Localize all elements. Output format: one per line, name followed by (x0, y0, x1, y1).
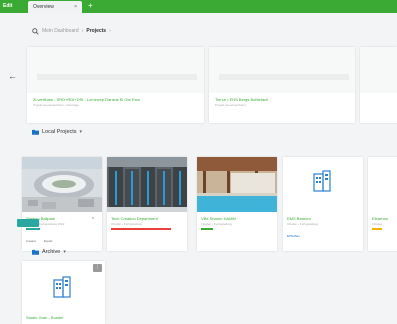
project-thumbnail (107, 157, 187, 212)
project-badge: EMS-Bau (287, 234, 300, 238)
project-thumbnail (22, 157, 102, 212)
project-count: 3 (92, 216, 94, 220)
progress-bar (372, 228, 382, 230)
share-action[interactable]: Import (44, 239, 53, 243)
featured-project-card[interactable]: Tierce • EHS Bergs Bottlefacil Projekt G… (209, 47, 355, 123)
tab-overview[interactable]: Overview × (28, 1, 82, 13)
project-title: Villa Sharon HAMM (201, 216, 236, 221)
featured-project-subtitle: Projekt Geuerwertheim (215, 103, 246, 107)
search-icon[interactable] (32, 27, 39, 35)
project-subtitle: Inhaber • Fertigstellung (287, 222, 318, 226)
featured-banner-pattern (209, 47, 355, 93)
title-bar: Edit Overview × + (0, 0, 397, 13)
featured-project-card[interactable] (360, 47, 397, 123)
chevron-down-icon[interactable]: ▾ (80, 129, 83, 135)
local-projects-header[interactable]: Local Projects ▾ (32, 129, 82, 135)
project-subtitle: Inhaber • Fertigstellung (201, 222, 232, 226)
chevron-down-icon[interactable]: ▾ (63, 249, 66, 255)
progress-bar (201, 228, 213, 230)
folder-icon (32, 129, 39, 135)
app-name: Edit (3, 3, 13, 9)
building-icon (53, 276, 71, 298)
featured-project-title: Tierce • EHS Bergs Bottlefacil (215, 97, 268, 102)
project-thumbnail (197, 157, 277, 212)
archive-header[interactable]: Archive ▾ (32, 249, 66, 255)
breadcrumb-root[interactable]: Mein Dashboard (42, 28, 79, 34)
project-card[interactable]: EMS Bearom Inhaber • Fertigstellung EMS-… (283, 157, 363, 251)
more-options-icon[interactable]: ⋮ (93, 264, 102, 272)
featured-project-card[interactable]: Zi-wertham - SRD+RDI+DSI - Lumincep Dani… (27, 47, 204, 123)
project-actions: 2 users Import (26, 239, 52, 243)
archive-label: Archive (42, 249, 61, 255)
progress-bar (26, 228, 40, 230)
users-count[interactable]: 2 users (26, 239, 36, 243)
project-card[interactable]: Stadion Ballpark 3 Inhaber • Fertigstell… (22, 157, 102, 251)
project-card[interactable]: Villa Sharon HAMM Inhaber • Fertigstellu… (197, 157, 277, 251)
project-thumbnail (368, 157, 397, 212)
breadcrumb-separator: › (81, 28, 84, 34)
project-title: EMS Bearom (287, 216, 311, 221)
back-arrow-icon[interactable]: ← (8, 71, 17, 81)
folder-icon (32, 249, 39, 255)
featured-project-subtitle: Projekt Geuerwertheim • Ziemluga (33, 103, 79, 107)
project-subtitle: Inhaber (372, 222, 383, 226)
tab-label: Overview (33, 4, 54, 10)
featured-banner-pattern (27, 47, 204, 93)
new-tab-button[interactable]: + (88, 2, 93, 10)
local-projects-label: Local Projects (42, 129, 77, 135)
building-icon (313, 170, 331, 192)
featured-project-title: Zi-wertham - SRD+RDI+DSI - Lumincep Dani… (33, 97, 140, 102)
project-card[interactable]: Tech Creation Department Inhaber • Ferti… (107, 157, 187, 251)
project-card[interactable]: Elearnon Inhaber (368, 157, 397, 251)
project-title: Tech Creation Department (111, 216, 158, 221)
tab-close-icon[interactable]: × (74, 4, 77, 10)
progress-bar (111, 228, 171, 230)
archive-project-card[interactable]: ⋮ Studio Gran - Bundel (22, 261, 105, 324)
archive-project-title: Studio Gran - Bundel (26, 315, 64, 320)
tooltip-badge (17, 219, 39, 227)
featured-banner-pattern (360, 47, 397, 93)
breadcrumb-tail: › (109, 28, 111, 34)
project-title: Elearnon (372, 216, 389, 221)
project-subtitle: Inhaber • Fertigstellung (111, 222, 142, 226)
breadcrumb-current: Projects (86, 28, 107, 34)
breadcrumb: Mein Dashboard › Projects › (32, 26, 111, 36)
